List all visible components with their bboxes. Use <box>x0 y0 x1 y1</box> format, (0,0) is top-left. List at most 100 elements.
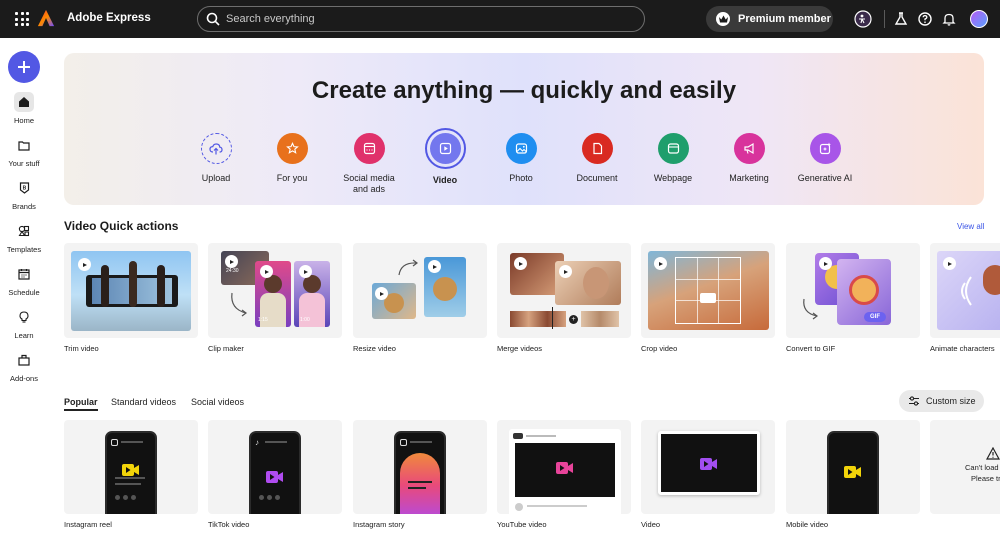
sidebar-item-learn[interactable]: Learn <box>0 307 48 340</box>
sidebar-item-label: Brands <box>12 202 36 211</box>
premium-member-button[interactable]: Premium member <box>706 6 833 32</box>
dog-figure <box>433 277 457 301</box>
app-switcher-icon[interactable] <box>15 12 29 26</box>
template-label: Instagram reel <box>64 520 112 529</box>
template-video[interactable] <box>641 420 775 514</box>
clip-duration: 1:15 <box>258 317 268 323</box>
ui-dot <box>123 495 128 500</box>
view-all-link[interactable]: View all <box>957 222 984 231</box>
category-label: For you <box>276 173 308 183</box>
quick-action-trim-video[interactable] <box>64 243 198 338</box>
sidebar-item-label: Templates <box>6 245 42 254</box>
adobe-express-logo[interactable] <box>37 9 55 27</box>
accessibility-icon[interactable] <box>854 10 872 28</box>
timeline-strip <box>581 311 619 327</box>
clip-duration: 24:30 <box>226 268 239 274</box>
template-mobile-video[interactable] <box>786 420 920 514</box>
search-bar[interactable] <box>197 6 645 32</box>
sidebar-item-label: Your stuff <box>8 159 40 168</box>
text-placeholder <box>410 441 432 443</box>
category-label: Photo <box>509 173 533 183</box>
text-placeholder <box>265 441 287 443</box>
sound-waves-icon <box>961 276 972 306</box>
error-message: Please tr <box>971 474 1000 483</box>
quick-action-label: Animate characters <box>930 344 995 353</box>
text-placeholder <box>115 477 145 479</box>
play-icon <box>428 260 441 273</box>
category-social-media[interactable]: Social media and ads <box>329 133 409 195</box>
face-figure <box>583 267 609 299</box>
text-placeholder <box>526 435 556 437</box>
ui-dot <box>259 495 264 500</box>
quick-action-resize-video[interactable] <box>353 243 487 338</box>
sliders-icon <box>909 396 919 406</box>
template-instagram-reel[interactable] <box>64 420 198 514</box>
labs-flask-icon[interactable] <box>892 10 910 28</box>
template-label: Mobile video <box>786 520 829 529</box>
category-photo[interactable]: Photo <box>481 133 561 184</box>
search-input[interactable] <box>226 13 626 25</box>
sidebar-item-templates[interactable]: Templates <box>0 221 48 254</box>
create-new-button[interactable] <box>8 51 40 83</box>
category-label: Video <box>432 175 458 185</box>
plus-icon <box>18 61 30 73</box>
category-webpage[interactable]: Webpage <box>633 133 713 184</box>
category-for-you[interactable]: For you <box>252 133 332 184</box>
tab-popular[interactable]: Popular <box>64 397 98 411</box>
quick-action-convert-to-gif[interactable]: GIF <box>786 243 920 338</box>
category-document[interactable]: Document <box>557 133 637 184</box>
add-ons-icon <box>14 350 34 370</box>
calendar-icon <box>14 264 34 284</box>
category-label: Social media and ads <box>343 173 395 194</box>
template-label: Instagram story <box>353 520 405 529</box>
category-video[interactable]: Video <box>405 128 485 186</box>
sidebar-item-home[interactable]: Home <box>0 92 48 125</box>
play-icon <box>260 265 273 278</box>
channel-avatar <box>515 503 523 511</box>
sidebar-item-your-stuff[interactable]: Your stuff <box>0 135 48 168</box>
top-bar: Adobe Express Premium member <box>0 0 1000 38</box>
play-icon <box>299 265 312 278</box>
template-instagram-story[interactable] <box>353 420 487 514</box>
svg-text:B: B <box>22 186 26 192</box>
tab-standard-videos[interactable]: Standard videos <box>111 397 176 407</box>
help-icon[interactable] <box>916 10 934 28</box>
folder-icon <box>14 135 34 155</box>
notifications-bell-icon[interactable] <box>940 10 958 28</box>
error-message: Can't load <box>965 463 999 472</box>
play-icon <box>225 255 238 268</box>
sidebar-item-add-ons[interactable]: Add-ons <box>0 350 48 383</box>
megaphone-icon <box>733 133 765 164</box>
category-marketing[interactable]: Marketing <box>709 133 789 184</box>
custom-size-button[interactable]: Custom size <box>899 390 984 412</box>
sidebar-item-schedule[interactable]: Schedule <box>0 264 48 297</box>
curved-arrow-icon <box>398 259 418 276</box>
quick-action-animate-characters[interactable] <box>930 243 1000 338</box>
text-placeholder <box>121 441 143 443</box>
selected-ring <box>424 128 466 169</box>
crop-frame[interactable] <box>675 257 741 324</box>
tab-social-videos[interactable]: Social videos <box>191 397 244 407</box>
document-icon <box>581 133 613 164</box>
ui-dot <box>115 495 120 500</box>
category-generative-ai[interactable]: Generative AI <box>785 133 865 184</box>
template-tiktok-video[interactable]: ♪ <box>208 420 342 514</box>
play-icon <box>654 257 667 270</box>
sidebar-item-brands[interactable]: B Brands <box>0 178 48 211</box>
category-label: Document <box>576 173 618 183</box>
template-youtube-video[interactable] <box>497 420 631 514</box>
category-label: Generative AI <box>797 173 853 183</box>
sidebar-item-label: Add-ons <box>10 374 38 383</box>
user-avatar[interactable] <box>970 10 988 28</box>
category-label: Marketing <box>729 173 769 183</box>
clip-duration: 1:00 <box>300 317 310 323</box>
ui-dot <box>275 495 280 500</box>
hero-title: Create anything — quickly and easily <box>311 77 737 104</box>
quick-action-merge-videos[interactable]: + <box>497 243 631 338</box>
quick-action-clip-maker[interactable]: 24:30 1:15 1:00 <box>208 243 342 338</box>
food-figure <box>849 275 879 305</box>
quick-action-crop-video[interactable] <box>641 243 775 338</box>
templates-icon <box>14 221 34 241</box>
sidebar-item-label: Home <box>13 116 34 125</box>
category-upload[interactable]: Upload <box>176 133 256 184</box>
